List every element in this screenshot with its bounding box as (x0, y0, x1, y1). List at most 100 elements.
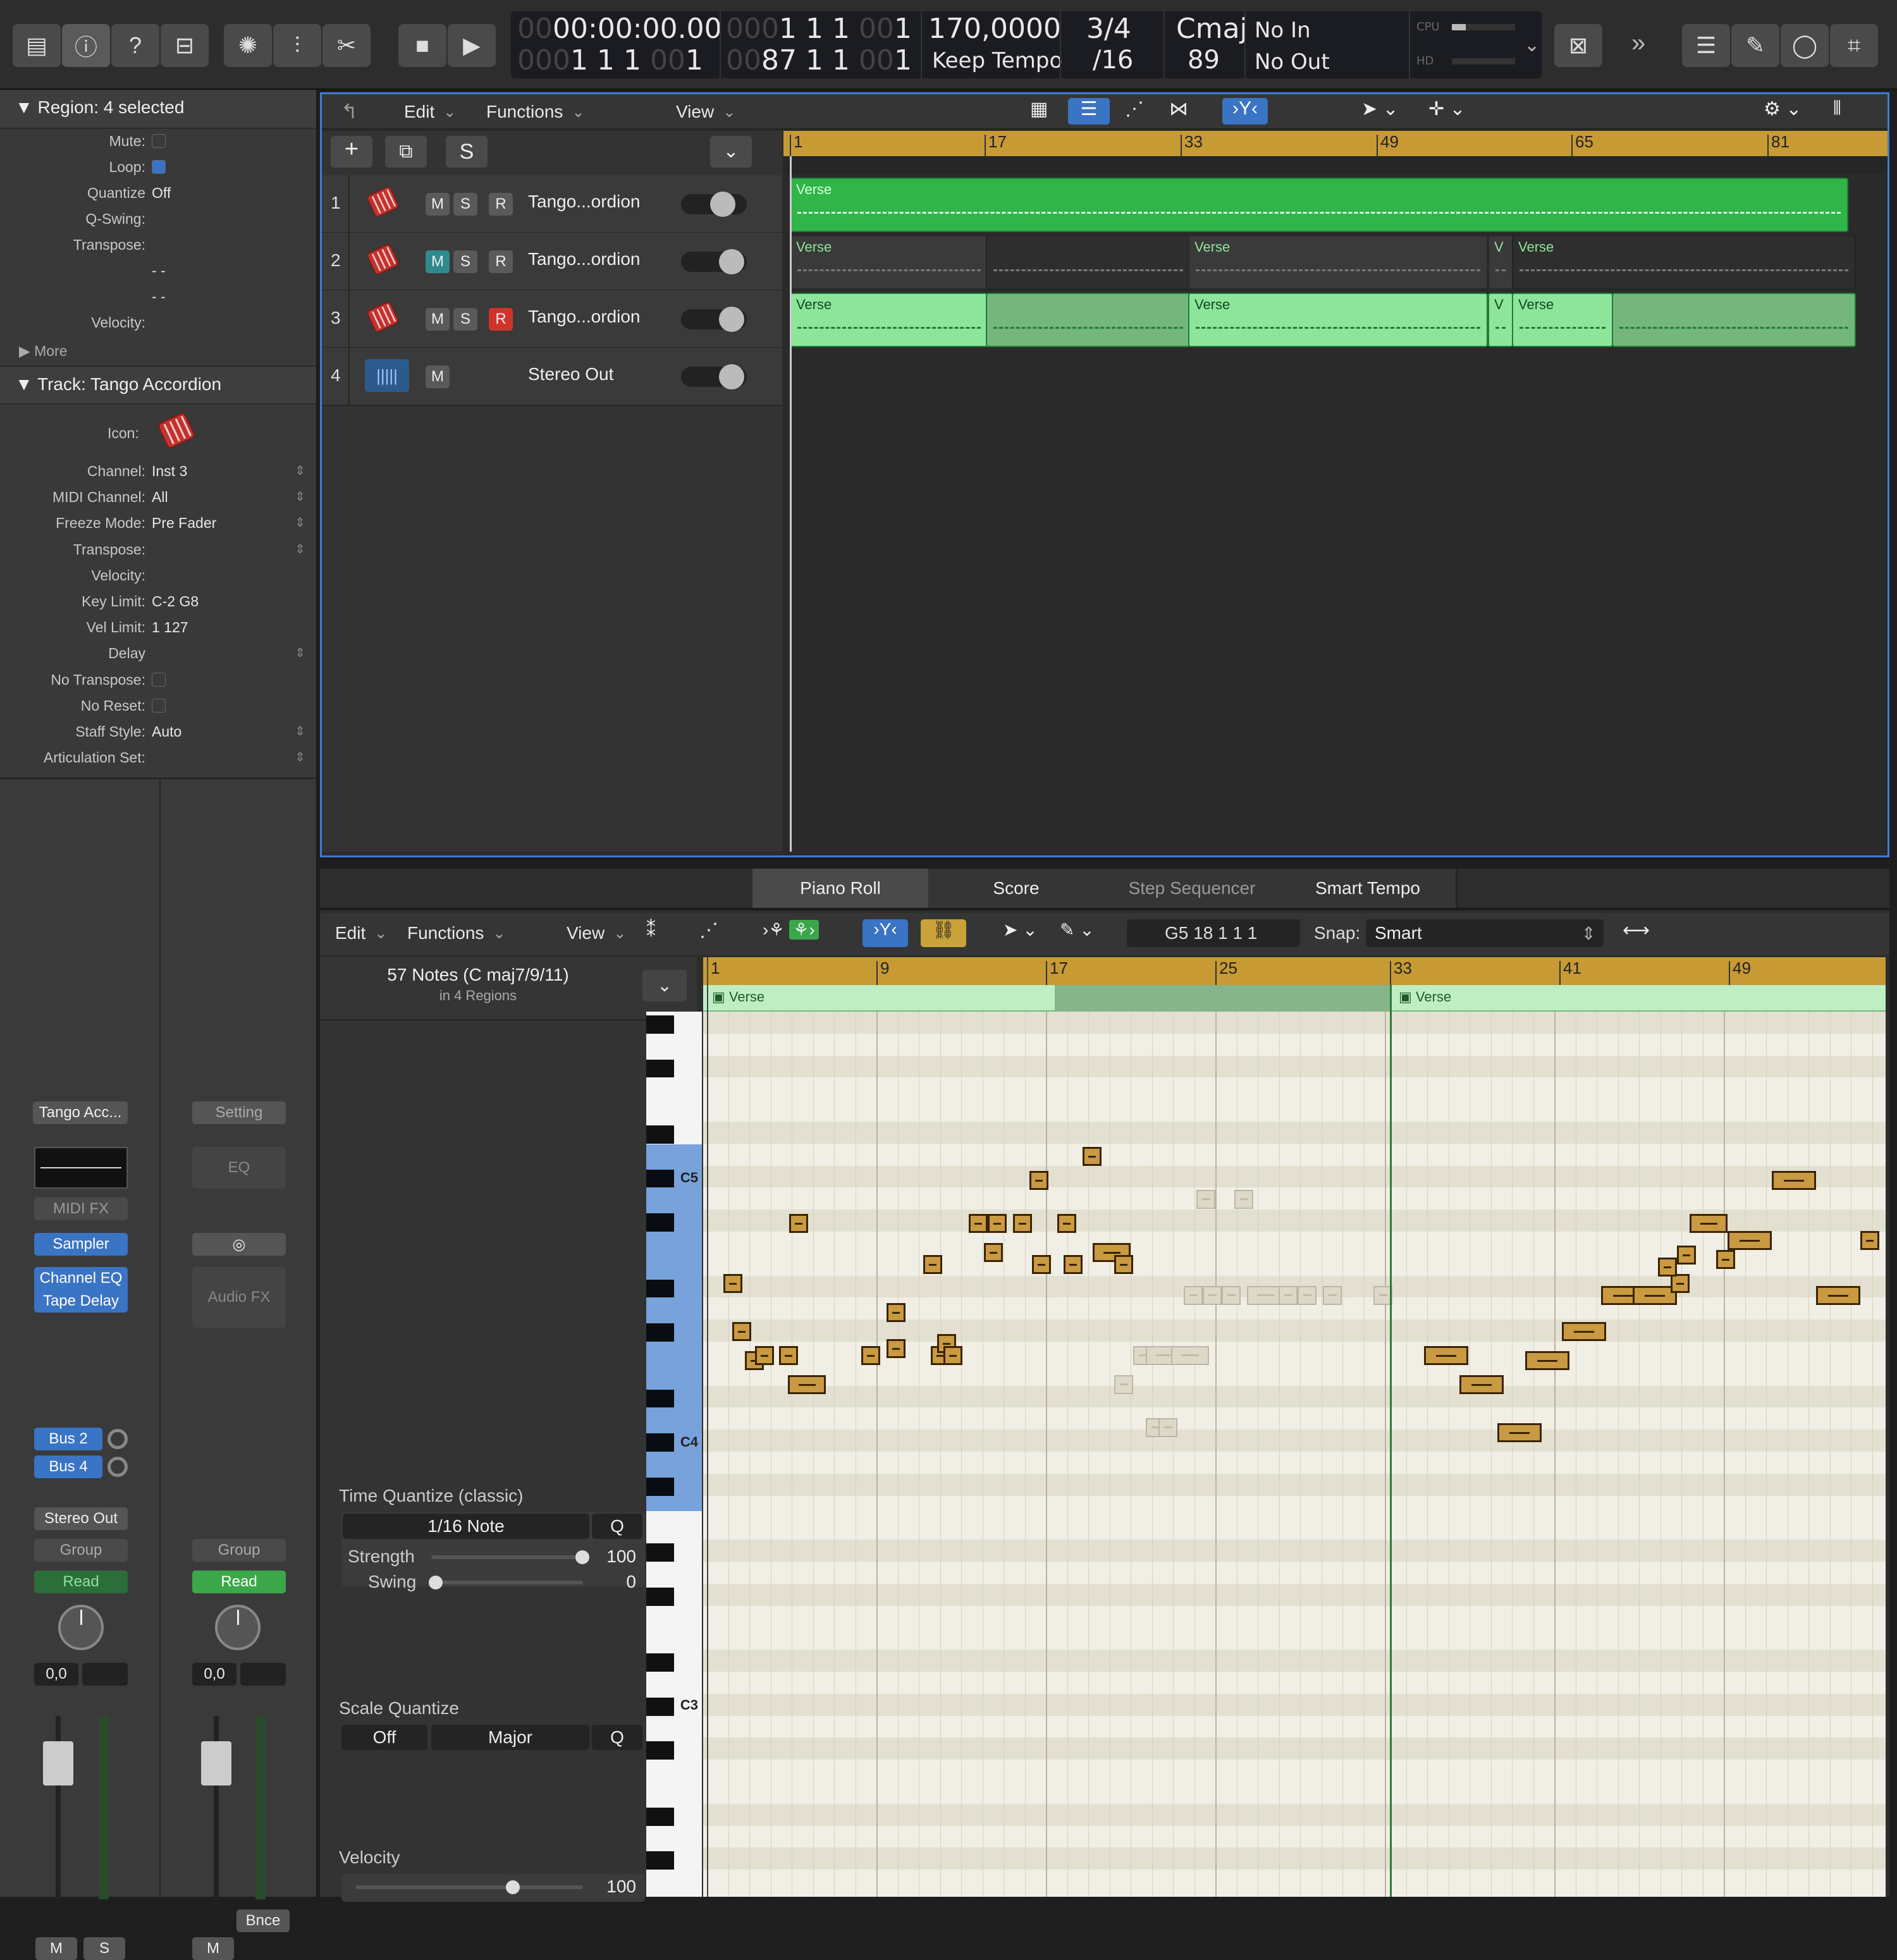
solo-button[interactable]: S (453, 193, 477, 216)
midi-note[interactable] (1114, 1375, 1133, 1394)
stop-button[interactable]: ■ (398, 24, 446, 67)
strip-setting-button[interactable]: Tango Acc... (33, 1101, 128, 1124)
midi-note[interactable] (984, 1243, 1003, 1262)
midi-note[interactable] (1690, 1214, 1728, 1234)
editor-menu-view[interactable]: View ⌄ (567, 919, 626, 947)
quick-help-button[interactable]: ? (111, 24, 159, 67)
midi-note[interactable] (1298, 1286, 1317, 1306)
tab-score[interactable]: Score (928, 869, 1105, 908)
track-param-row[interactable]: Staff Style: Auto ⇕ (0, 723, 313, 749)
playhead[interactable] (790, 156, 792, 852)
black-key[interactable] (646, 1653, 674, 1672)
track-header-row[interactable]: 1 M S R Tango...ordion (322, 175, 782, 233)
region-param-value[interactable]: - - (152, 262, 166, 279)
midi-note[interactable] (969, 1214, 988, 1234)
lcd-key[interactable]: Cmaj (1176, 13, 1248, 45)
black-key[interactable] (646, 1697, 674, 1716)
editor-menu-edit[interactable]: Edit ⌄ (335, 919, 387, 947)
midi-note[interactable] (1057, 1214, 1076, 1234)
midi-note[interactable] (1860, 1231, 1879, 1250)
black-key[interactable] (646, 1059, 674, 1078)
editor-menu-functions[interactable]: Functions ⌄ (407, 919, 506, 947)
inspector-button[interactable]: ⓘ (62, 24, 110, 67)
midi-note[interactable] (1323, 1286, 1342, 1306)
region-param-row[interactable]: Loop: (0, 159, 313, 184)
midi-note[interactable] (1497, 1423, 1542, 1442)
region-param-row[interactable]: Transpose: (0, 236, 313, 262)
midi-note[interactable] (1013, 1214, 1032, 1234)
accordion-icon[interactable] (365, 243, 404, 278)
instrument-slot[interactable]: Sampler (34, 1233, 128, 1256)
pointer-tool-icon[interactable]: ➤ ⌄ (1003, 919, 1053, 947)
quantize-button[interactable]: Q (592, 1514, 642, 1539)
x-icon-button[interactable]: ⊠ (1554, 24, 1602, 67)
midi-note[interactable] (1114, 1255, 1133, 1274)
region-param-row[interactable]: Mute: (0, 133, 313, 158)
note-pad-icon[interactable]: ✎ (1731, 24, 1779, 67)
grid-view-icon[interactable]: ▦ (1030, 98, 1062, 125)
group-slot[interactable]: Group (34, 1539, 128, 1562)
midi-note[interactable] (943, 1346, 962, 1366)
midi-note[interactable] (1677, 1245, 1696, 1265)
midi-region[interactable] (1612, 293, 1856, 347)
mute-button[interactable]: M (426, 365, 450, 388)
midi-note[interactable] (1816, 1286, 1860, 1306)
midi-note[interactable] (789, 1214, 808, 1234)
midi-note[interactable] (723, 1274, 742, 1294)
midi-region[interactable]: Verse (1188, 293, 1488, 347)
black-key[interactable] (646, 1125, 674, 1144)
track-param-value[interactable]: All (152, 489, 168, 506)
gear-icon[interactable]: ⚙ ⌄ (1764, 98, 1814, 125)
midi-region[interactable] (986, 293, 1191, 347)
midi-note[interactable] (1525, 1351, 1569, 1370)
track-param-value[interactable]: Inst 3 (152, 463, 187, 480)
mute-button[interactable]: M (35, 1937, 77, 1960)
track-header-row[interactable]: 4 ||||| M Stereo Out (322, 348, 782, 406)
midi-note[interactable] (1716, 1250, 1735, 1270)
track-param-row[interactable]: Articulation Set: ⇕ (0, 749, 313, 775)
region-param-value[interactable]: - - (152, 288, 166, 305)
track-name[interactable]: Tango...ordion (528, 192, 640, 212)
solo-button[interactable]: S (453, 250, 477, 273)
record-enable-button[interactable]: R (489, 193, 513, 216)
black-key[interactable] (646, 1015, 674, 1034)
black-key[interactable] (646, 1543, 674, 1562)
group-slot-out[interactable]: Group (192, 1539, 286, 1562)
track-param-row[interactable]: No Transpose: (0, 671, 313, 697)
volume-fader[interactable] (43, 1716, 73, 1899)
midi-note[interactable] (1728, 1231, 1772, 1250)
track-param-row[interactable]: Transpose: ⇕ (0, 541, 313, 567)
track-param-row[interactable]: Channel: Inst 3 ⇕ (0, 463, 313, 488)
waveform-zoom-icon[interactable]: ⫴ (1833, 98, 1871, 125)
editors-button[interactable]: ✂ (322, 24, 371, 67)
midi-region[interactable]: Verse (1188, 235, 1488, 290)
track-on-toggle[interactable] (681, 192, 747, 217)
midi-in-icon[interactable]: ›⚘ ⚘› (763, 919, 851, 947)
region-param-row[interactable]: - - (0, 288, 313, 314)
midi-note[interactable] (1196, 1190, 1215, 1210)
fit-icon[interactable]: ⟷ (1623, 919, 1661, 947)
strip-setting-button-out[interactable]: Setting (192, 1101, 286, 1124)
checkbox[interactable] (152, 160, 166, 174)
velocity-slider[interactable] (355, 1880, 583, 1894)
playhead[interactable] (707, 957, 708, 1897)
more-icon[interactable]: » (1631, 29, 1645, 58)
crosshair-tool-icon[interactable]: ✛ ⌄ (1428, 98, 1485, 125)
tracks-menu-functions[interactable]: Functions ⌄ (486, 98, 585, 126)
pointer-tool-icon[interactable]: ➤ ⌄ (1361, 98, 1418, 125)
midi-note[interactable] (1158, 1418, 1177, 1438)
track-param-value[interactable]: 1 127 (152, 619, 188, 636)
audio-fx-slot-1[interactable]: Channel EQ (34, 1267, 128, 1290)
list-editors-icon[interactable]: ☰ (1682, 24, 1730, 67)
play-button[interactable]: ▶ (448, 24, 496, 67)
midi-note[interactable] (1279, 1286, 1298, 1306)
midi-note[interactable] (1772, 1171, 1816, 1190)
pencil-tool-icon[interactable]: ✎ ⌄ (1060, 919, 1110, 947)
midi-note[interactable] (755, 1346, 774, 1366)
more-toggle[interactable]: ▶ More (19, 343, 67, 360)
track-param-row[interactable]: No Reset: (0, 697, 313, 723)
link-icon[interactable]: ⛓ (921, 919, 966, 947)
region-param-row[interactable]: Q-Swing: (0, 211, 313, 236)
audio-fx-slot-out[interactable]: Audio FX (192, 1267, 286, 1328)
smart-controls-button[interactable]: ✺ (224, 24, 272, 67)
